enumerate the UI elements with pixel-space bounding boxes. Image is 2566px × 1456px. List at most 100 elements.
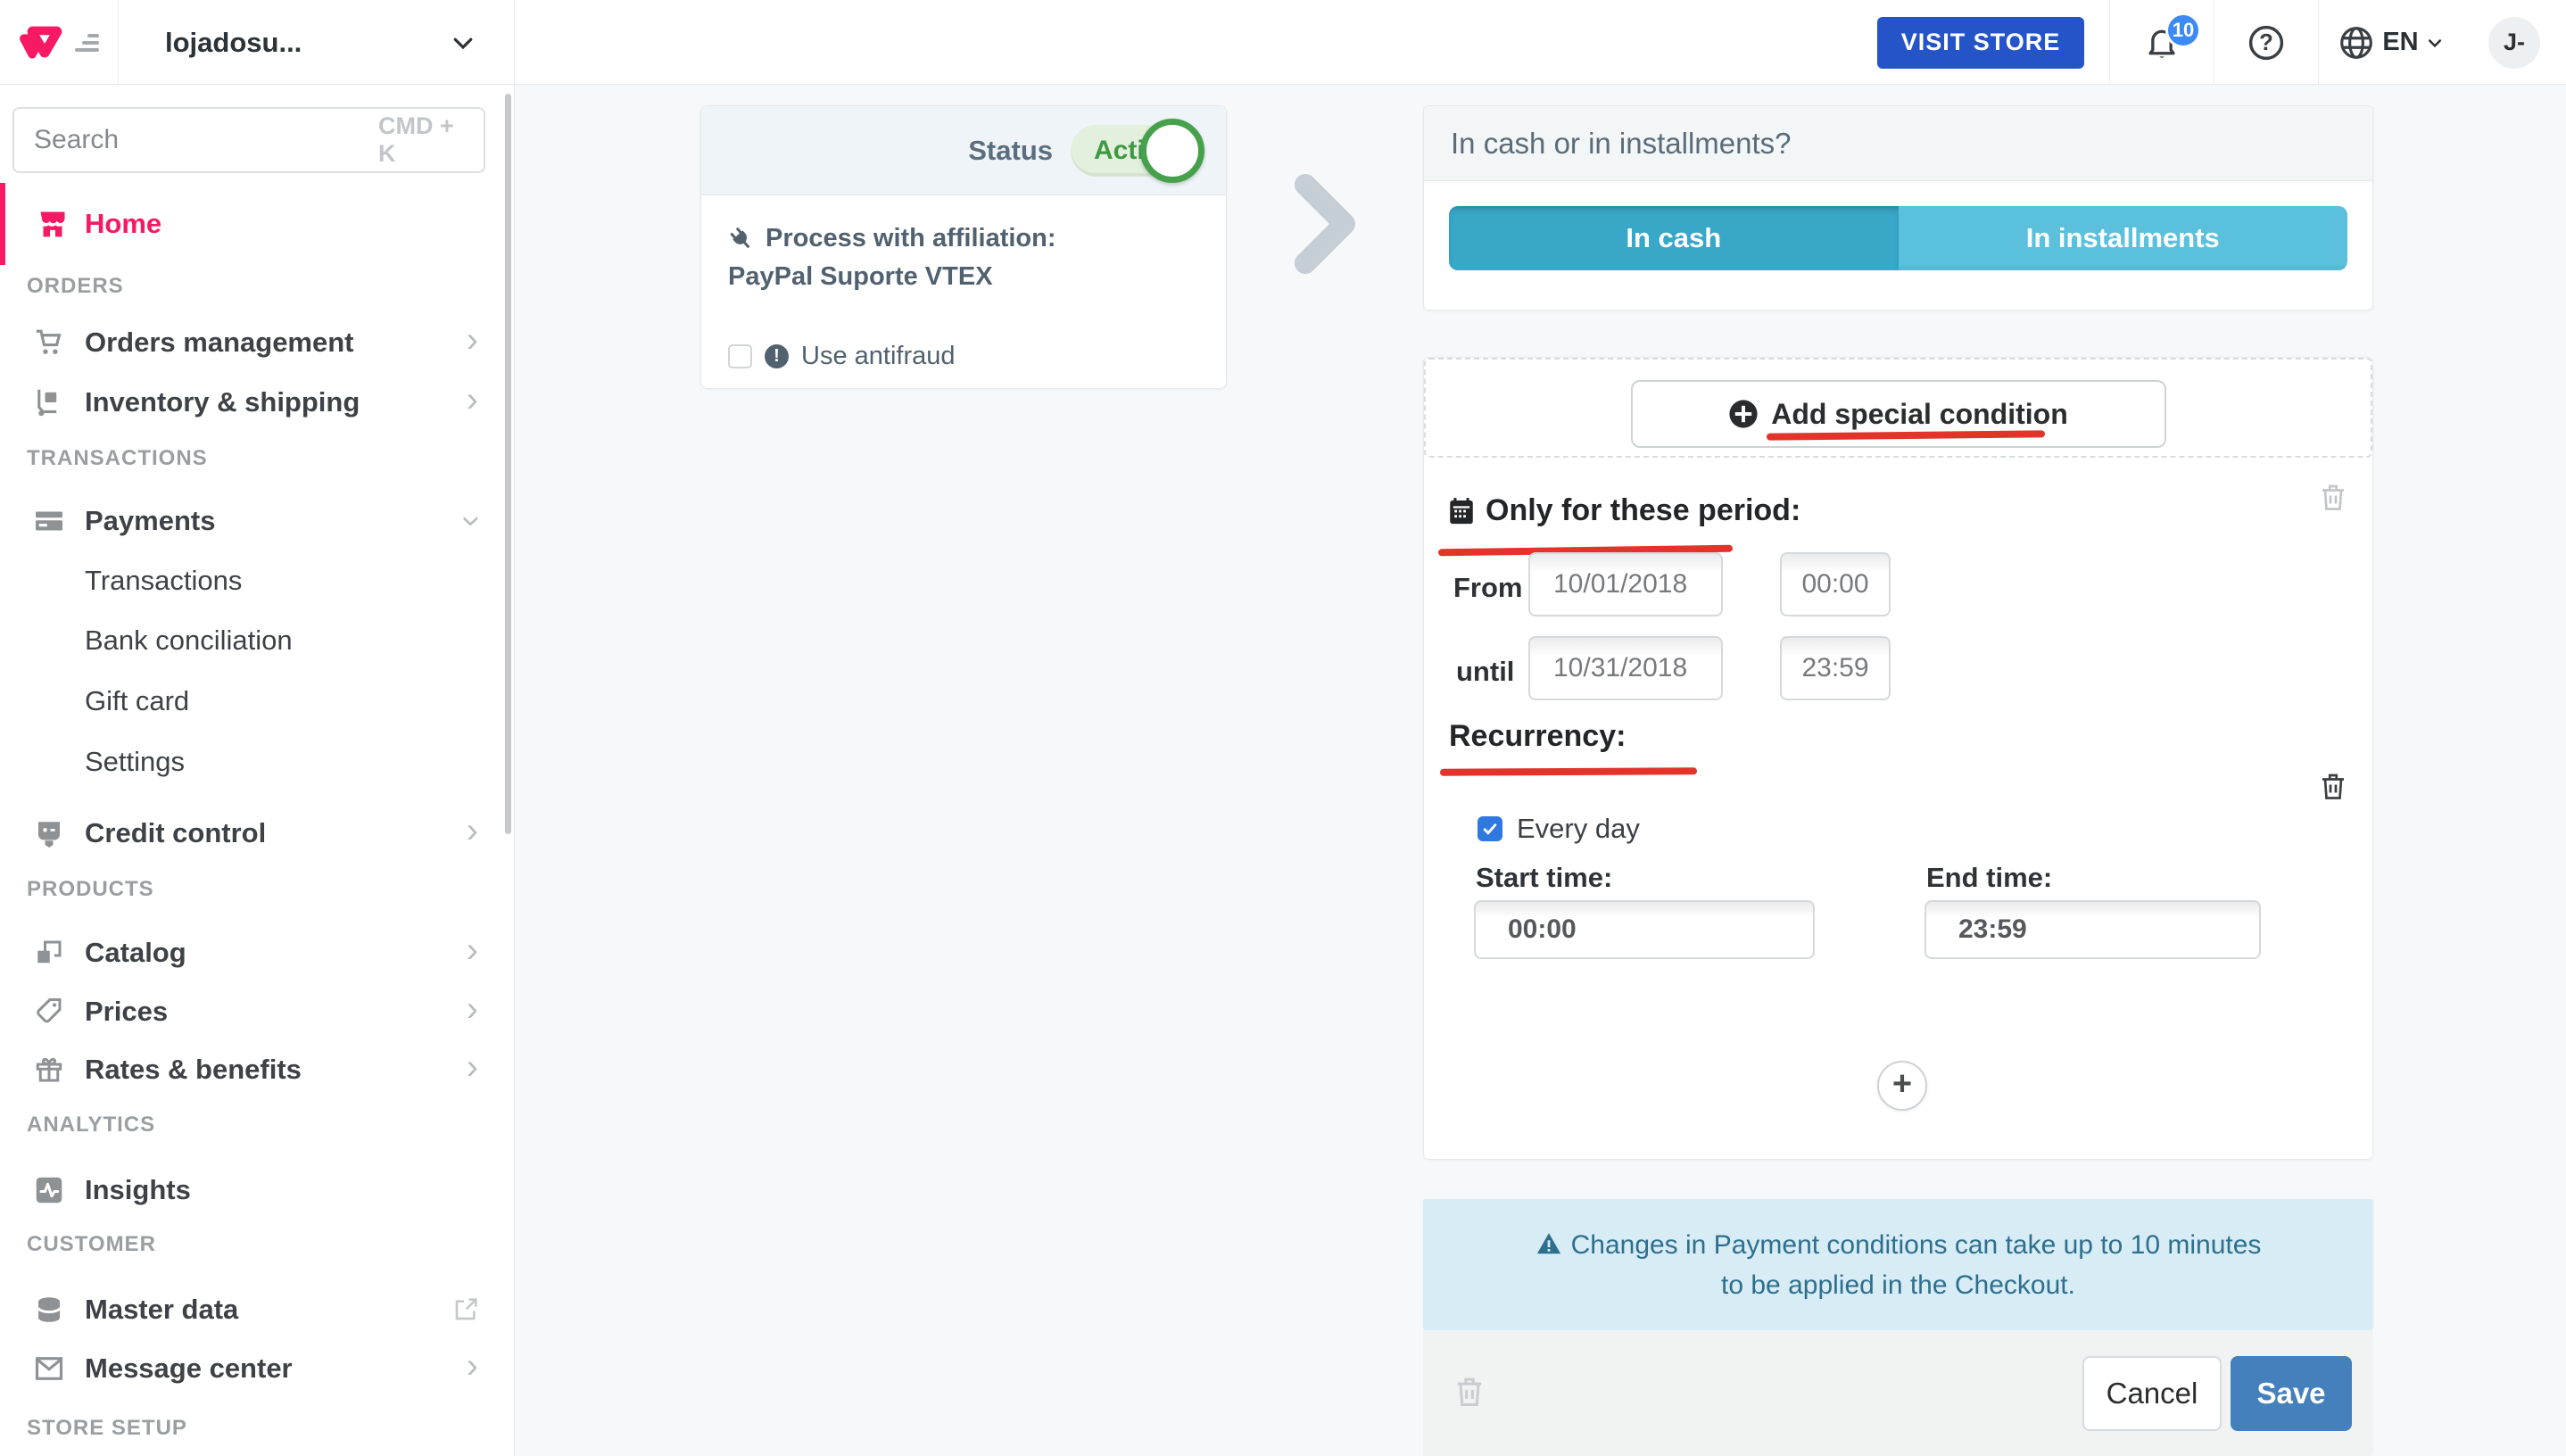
red-underline-annotation [1766, 430, 2044, 440]
status-label: Status [968, 135, 1053, 167]
start-time-label: Start time: [1476, 862, 1612, 894]
help-button[interactable]: ? [2214, 0, 2318, 85]
sidebar-item-credit-control[interactable]: Credit control › [0, 806, 514, 861]
payment-method-card: Status Active Process with affiliation: … [700, 105, 1227, 389]
sidebar-item-inventory-shipping[interactable]: Inventory & shipping › [0, 375, 514, 430]
chevron-down-icon [2426, 34, 2444, 52]
sidebar-item-label: Home [85, 208, 161, 240]
globe-icon [2338, 24, 2375, 62]
from-date-input[interactable] [1528, 552, 1723, 616]
store-selector[interactable]: lojadosu... [119, 0, 515, 85]
active-indicator [0, 183, 5, 265]
conditions-panel: In cash or in installments? In cash In i… [1423, 105, 2373, 1456]
search-input[interactable] [34, 125, 378, 155]
sidebar-search: CMD + K [12, 107, 485, 173]
add-special-condition-button[interactable]: Add special condition [1631, 380, 2166, 448]
database-icon [32, 1293, 66, 1327]
until-date-input[interactable] [1528, 636, 1723, 700]
chevron-right-icon: › [467, 932, 478, 968]
installments-question: In cash or in installments? [1424, 106, 2372, 181]
cancel-button[interactable]: Cancel [2082, 1356, 2222, 1431]
sidebar-scrollbar[interactable] [505, 94, 511, 834]
save-button[interactable]: Save [2231, 1356, 2352, 1431]
section-label-orders: ORDERS [27, 274, 124, 299]
sidebar-item-label: Credit control [85, 817, 266, 849]
visit-store-button[interactable]: VISIT STORE [1877, 17, 2084, 69]
every-day-checkbox[interactable] [1478, 816, 1502, 841]
tab-in-installments[interactable]: In installments [1899, 206, 2348, 270]
chevron-right-icon: › [467, 813, 478, 848]
delete-rule-button[interactable] [1452, 1373, 1487, 1413]
section-label-transactions: TRANSACTIONS [27, 446, 208, 471]
chevron-right-icon: › [467, 1049, 478, 1085]
notifications-button[interactable]: 10 [2109, 0, 2214, 85]
store-name: lojadosu... [165, 27, 302, 59]
sidebar-item-payments[interactable]: Payments › [0, 493, 514, 549]
sidebar-item-catalog[interactable]: Catalog › [0, 925, 514, 980]
check-icon [1481, 820, 1499, 838]
carousel-next-button[interactable] [1289, 170, 1364, 277]
tab-in-cash[interactable]: In cash [1449, 206, 1899, 270]
status-toggle[interactable]: Active [1071, 125, 1196, 177]
vtex-logo[interactable] [0, 0, 119, 85]
delete-recurrency-button[interactable] [2317, 770, 2349, 807]
sidebar-item-message-center[interactable]: Message center › [0, 1341, 514, 1396]
envelope-icon [32, 1352, 66, 1386]
main-content: Status Active Process with affiliation: … [515, 85, 2566, 1456]
until-label: until [1456, 656, 1514, 688]
sidebar-item-orders-management[interactable]: Orders management › [0, 315, 514, 370]
from-time-input[interactable] [1780, 552, 1891, 616]
external-link-icon [451, 1295, 480, 1324]
sidebar-item-rates-benefits[interactable]: Rates & benefits › [0, 1042, 514, 1097]
sidebar-item-prices[interactable]: Prices › [0, 984, 514, 1039]
from-label: From [1453, 572, 1523, 604]
plug-icon [723, 219, 760, 257]
special-conditions-card: Add special condition Only for these per… [1423, 357, 2373, 1160]
antifraud-checkbox[interactable] [728, 344, 752, 368]
until-time-input[interactable] [1780, 636, 1891, 700]
chevron-down-icon [450, 29, 476, 56]
sidebar-item-home[interactable]: Home [0, 183, 514, 265]
sidebar-item-master-data[interactable]: Master data [0, 1282, 514, 1337]
sidebar-item-label: Transactions [85, 565, 242, 597]
topbar: lojadosu... VISIT STORE 10 ? [0, 0, 2566, 85]
sidebar-item-label: Rates & benefits [85, 1054, 302, 1086]
sidebar-item-bank-conciliation[interactable]: Bank conciliation [0, 613, 514, 668]
red-underline-annotation [1440, 767, 1697, 776]
sidebar-item-gift-card[interactable]: Gift card [0, 674, 514, 729]
sidebar-item-insights[interactable]: Insights [0, 1162, 514, 1218]
add-recurrency-button[interactable]: + [1877, 1061, 1927, 1111]
affiliation-title: Process with affiliation: [766, 224, 1056, 253]
chevron-right-icon: › [467, 1348, 478, 1384]
sidebar-item-transactions[interactable]: Transactions [0, 553, 514, 608]
antifraud-label: Use antifraud [801, 342, 956, 371]
chevron-down-icon: › [454, 515, 490, 526]
cart-icon [32, 326, 66, 360]
catalog-icon [32, 936, 66, 970]
sidebar-item-label: Gift card [85, 685, 189, 717]
vtex-admin: lojadosu... VISIT STORE 10 ? [0, 0, 2566, 1456]
period-title-row: Only for these period: [1446, 493, 1800, 528]
credit-card-icon [32, 504, 66, 538]
chevron-right-icon: › [467, 991, 478, 1027]
sidebar-item-label: Master data [85, 1294, 238, 1326]
section-label-analytics: ANALYTICS [27, 1113, 155, 1138]
sidebar-item-label: Payments [85, 505, 215, 537]
credit-control-icon [32, 816, 66, 850]
start-time-input[interactable] [1474, 900, 1815, 959]
calendar-icon [1446, 496, 1477, 526]
delete-period-condition-button[interactable] [2317, 481, 2349, 517]
sidebar-item-label: Insights [85, 1174, 191, 1206]
tag-icon [32, 995, 66, 1029]
user-avatar[interactable]: J- [2488, 17, 2540, 69]
language-code: EN [2382, 28, 2418, 57]
search-shortcut: CMD + K [378, 112, 464, 168]
topbar-right: VISIT STORE 10 ? EN J- [1852, 0, 2566, 85]
end-time-input[interactable] [1924, 900, 2261, 959]
vtex-logo-icon [19, 22, 70, 63]
language-selector[interactable]: EN [2318, 0, 2463, 85]
handtruck-icon [32, 385, 66, 419]
sidebar: CMD + K Home ORDERS Orders management › … [0, 85, 515, 1456]
payment-mode-tabs: In cash In installments [1449, 206, 2347, 270]
sidebar-item-settings[interactable]: Settings [0, 734, 514, 790]
